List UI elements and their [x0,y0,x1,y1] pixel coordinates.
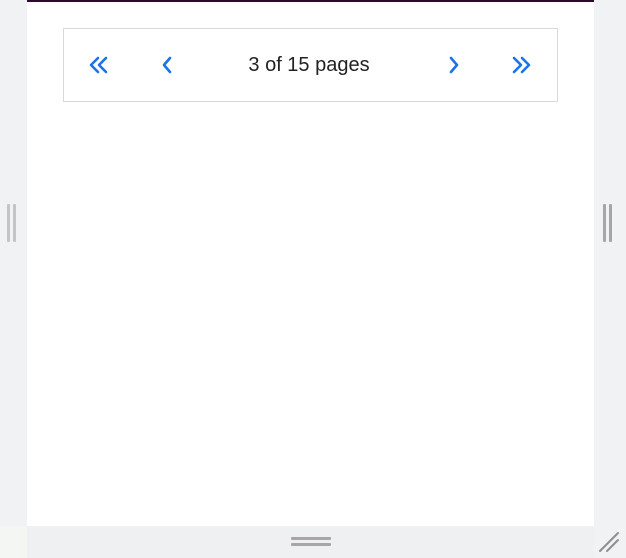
double-chevron-left-icon [89,56,108,74]
pagination-bar: 3 of 15 pages [63,28,558,102]
content-panel: 3 of 15 pages [27,0,594,526]
next-page-button[interactable] [434,29,474,101]
corner-resize-grip-icon[interactable] [598,531,620,553]
bottom-resize-handle[interactable] [291,536,331,547]
right-resize-handle[interactable] [603,204,613,242]
right-handle-bar [603,204,606,242]
left-handle-bar [7,204,10,242]
previous-page-button[interactable] [147,29,187,101]
page-indicator: 3 of 15 pages [184,29,434,101]
panel-top-border [27,0,594,2]
chevron-right-icon [449,56,459,74]
right-handle-bar [609,204,612,242]
page-indicator-text: 3 of 15 pages [248,53,370,76]
first-page-button[interactable] [79,29,119,101]
bottom-handle-bar [291,537,331,540]
chevron-left-icon [162,56,172,74]
bottom-handle-bar [291,543,331,546]
left-handle-bar [13,204,16,242]
double-chevron-right-icon [512,56,531,74]
last-page-button[interactable] [501,29,541,101]
bottom-left-corner [0,526,27,558]
left-resize-handle[interactable] [7,204,17,242]
